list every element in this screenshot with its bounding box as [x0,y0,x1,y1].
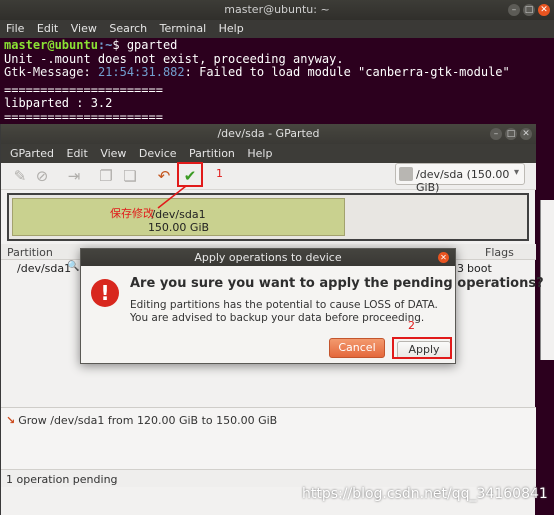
prompt-user: master@ubuntu [4,38,98,52]
gtk-message-text: : Failed to load module "canberra-gtk-mo… [184,65,510,79]
menu-device[interactable]: Device [139,147,177,160]
operation-text: Grow /dev/sda1 from 120.00 GiB to 150.00… [18,414,278,427]
annotation-arrow [157,185,187,209]
device-select[interactable]: /dev/sda (150.00 GiB) ▾ [395,163,525,194]
gparted-title: /dev/sda - GParted [217,127,320,140]
key-icon: 🔍 [67,261,80,272]
minimize-icon[interactable]: – [490,128,502,140]
menu-view[interactable]: View [71,22,97,35]
grow-arrow-icon: ↘ [6,414,16,427]
partition-block-size: 150.00 GiB [147,221,210,234]
prompt-symbol: $ [112,38,127,52]
menu-search[interactable]: Search [109,22,147,35]
menu-terminal[interactable]: Terminal [160,22,207,35]
terminal-menubar: File Edit View Search Terminal Help [0,20,554,38]
menu-partition[interactable]: Partition [189,147,235,160]
separator-line: ====================== [4,82,163,97]
cancel-button[interactable]: Cancel [329,338,385,358]
menu-view[interactable]: View [100,147,126,160]
maximize-icon[interactable]: □ [523,4,535,16]
row-partition: /dev/sda1 [17,262,72,275]
close-icon[interactable]: ✕ [520,128,532,140]
annotation-step-1: 1 [216,167,223,180]
terminal-title: master@ubuntu: ~ [224,3,330,16]
gparted-titlebar[interactable]: /dev/sda - GParted – □ ✕ [1,124,536,144]
device-select-value: /dev/sda (150.00 GiB) [416,168,510,194]
menu-gparted[interactable]: GParted [10,147,54,160]
gtk-message-label: Gtk-Message [4,65,84,79]
gtk-message-colon: : [83,65,98,79]
undo-icon[interactable]: ↶ [155,167,173,185]
copy-icon[interactable]: ❐ [97,167,115,185]
row-flags-suffix: 3 [457,262,464,275]
delete-icon[interactable]: ⊘ [33,167,51,185]
annotation-step-2: 2 [408,319,415,332]
output-line: Unit -.mount does not exist, proceeding … [4,51,344,66]
dialog-heading: Are you sure you want to apply the pendi… [130,276,544,291]
dialog-title: Apply operations to device [194,251,342,264]
chevron-down-icon: ▾ [513,167,519,178]
prompt-path: :~ [97,38,113,52]
maximize-icon[interactable]: □ [505,128,517,140]
error-icon: ! [91,279,119,307]
status-text: 1 operation pending [6,473,118,486]
close-icon[interactable]: ✕ [538,4,550,16]
dialog-message: Editing partitions has the potential to … [130,299,438,311]
menu-edit[interactable]: Edit [37,22,58,35]
row-flags: boot [467,262,492,275]
disk-graph: /dev/sda1 150.00 GiB [7,193,529,241]
terminal-titlebar[interactable]: master@ubuntu: ~ – □ ✕ [0,0,554,20]
resize-icon[interactable]: ⇥ [65,167,83,185]
dialog-titlebar[interactable]: Apply operations to device ✕ [81,249,455,266]
column-partition[interactable]: Partition [7,246,53,259]
gparted-menubar: GParted Edit View Device Partition Help [1,144,536,163]
gtk-message-time: 21:54:31.882 [97,65,185,79]
pending-operations-pane: ↘ Grow /dev/sda1 from 120.00 GiB to 150.0… [1,407,536,471]
close-icon[interactable]: ✕ [438,252,449,263]
command-text: gparted [126,38,178,52]
annotation-note: 保存修改 [110,207,154,220]
new-icon[interactable]: ✎ [11,167,29,185]
libparted-line: libparted : 3.2 [4,96,113,110]
menu-edit[interactable]: Edit [67,147,88,160]
harddisk-icon [399,167,413,181]
menu-file[interactable]: File [6,22,24,35]
paste-icon[interactable]: ❏ [121,167,139,185]
dialog-message: You are advised to backup your data befo… [130,312,425,324]
list-item[interactable]: ↘ Grow /dev/sda1 from 120.00 GiB to 150.0… [6,414,277,427]
separator-line: ====================== [4,109,163,124]
menu-help[interactable]: Help [219,22,244,35]
annotation-box-apply-button [392,337,452,359]
watermark: https://blog.csdn.net/qq_34160841 [302,486,548,502]
terminal-output[interactable]: master@ubuntu:~$ gparted Unit -.mount do… [0,38,554,138]
minimize-icon[interactable]: – [508,4,520,16]
column-flags[interactable]: Flags [485,246,514,259]
status-bar: 1 operation pending [1,469,536,487]
menu-help[interactable]: Help [247,147,272,160]
